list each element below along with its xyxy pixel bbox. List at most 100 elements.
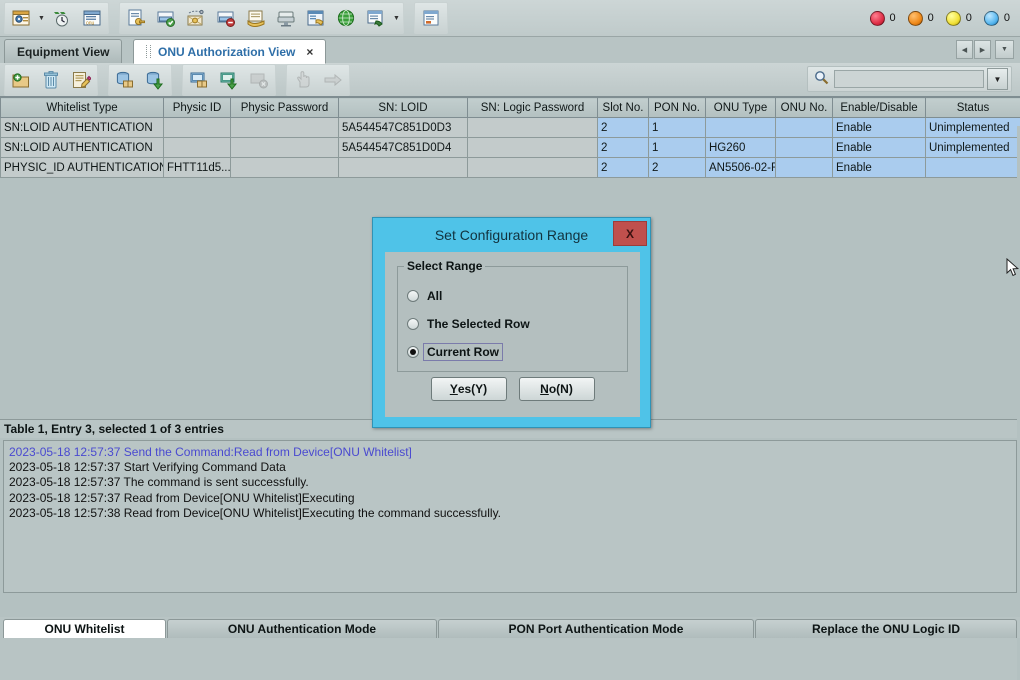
bottom-tab-onu-whitelist[interactable]: ONU Whitelist <box>3 619 166 638</box>
tab-scroll-right-button[interactable]: ▶ <box>974 40 991 59</box>
table-cell[interactable] <box>706 118 776 138</box>
table-cell[interactable]: 5A544547C851D0D4 <box>339 138 468 158</box>
radio-button-icon[interactable] <box>407 290 419 302</box>
table-cell[interactable] <box>164 118 231 138</box>
scheduled-task-icon[interactable] <box>48 4 76 32</box>
table-cell[interactable] <box>468 138 598 158</box>
alarm-warning[interactable]: 0 <box>984 11 1010 26</box>
toolbar-group-2: ▼ <box>119 2 404 34</box>
alarm-major[interactable]: 0 <box>908 11 934 26</box>
table-cell[interactable] <box>776 138 833 158</box>
column-header-physic-password[interactable]: Physic Password <box>231 98 339 118</box>
operation-log-panel[interactable]: 2023-05-18 12:57:37 Send the Command:Rea… <box>3 440 1017 593</box>
table-cell[interactable]: Enable <box>833 138 926 158</box>
table-cell[interactable]: Unimplemented <box>926 118 1020 138</box>
add-device-icon[interactable] <box>152 4 180 32</box>
column-header-status[interactable]: Status <box>926 98 1020 118</box>
table-cell[interactable]: 2 <box>598 118 649 138</box>
column-header-slot-no[interactable]: Slot No. <box>598 98 649 118</box>
table-cell[interactable]: Unimplemented <box>926 138 1020 158</box>
delete-record-icon[interactable] <box>37 66 65 94</box>
column-header-pon-no[interactable]: PON No. <box>649 98 706 118</box>
column-header-sn-loid[interactable]: SN: LOID <box>339 98 468 118</box>
table-cell[interactable]: Enable <box>833 118 926 138</box>
config-file-icon[interactable] <box>242 4 270 32</box>
close-icon[interactable]: × <box>306 45 313 59</box>
radio-option-current-row[interactable]: Current Row <box>407 345 499 359</box>
record-toolbar-group-1 <box>4 64 98 96</box>
tab-list-dropdown-button[interactable]: ▼ <box>995 40 1014 59</box>
report-dropdown-icon[interactable]: ▼ <box>391 5 402 31</box>
table-row[interactable]: SN:LOID AUTHENTICATION 5A544547C851D0D3 21… <box>1 118 1020 138</box>
log-line: 2023-05-18 12:57:37 The command is sent … <box>9 475 1016 490</box>
table-cell[interactable] <box>164 138 231 158</box>
radio-button-icon[interactable] <box>407 318 419 330</box>
server-icon[interactable] <box>272 4 300 32</box>
device-manager-icon[interactable] <box>7 4 35 32</box>
read-from-database-icon[interactable] <box>111 66 139 94</box>
column-header-enable-disable[interactable]: Enable/Disable <box>833 98 926 118</box>
table-cell[interactable] <box>339 158 468 178</box>
table-cell[interactable] <box>468 118 598 138</box>
table-cell[interactable]: AN5506-02-F <box>706 158 776 178</box>
column-header-onu-no[interactable]: ONU No. <box>776 98 833 118</box>
column-header-onu-type[interactable]: ONU Type <box>706 98 776 118</box>
table-cell[interactable] <box>926 158 1020 178</box>
radio-option-all[interactable]: All <box>407 289 442 303</box>
column-header-sn-logic-password[interactable]: SN: Logic Password <box>468 98 598 118</box>
alarm-minor[interactable]: 0 <box>946 11 972 26</box>
search-input[interactable] <box>834 70 984 88</box>
table-cell[interactable] <box>231 158 339 178</box>
globe-icon[interactable] <box>332 4 360 32</box>
table-cell[interactable]: SN:LOID AUTHENTICATION <box>1 118 164 138</box>
authorization-icon[interactable] <box>122 4 150 32</box>
no-button[interactable]: No(N) <box>519 377 595 401</box>
close-icon[interactable]: X <box>613 221 647 246</box>
remove-device-icon[interactable] <box>212 4 240 32</box>
column-header-physic-id[interactable]: Physic ID <box>164 98 231 118</box>
add-record-icon[interactable] <box>7 66 35 94</box>
radio-button-icon[interactable] <box>407 346 419 358</box>
column-header-whitelist-type[interactable]: Whitelist Type <box>1 98 164 118</box>
table-cell[interactable]: SN:LOID AUTHENTICATION <box>1 138 164 158</box>
table-cell[interactable]: 1 <box>649 138 706 158</box>
table-cell[interactable]: Enable <box>833 158 926 178</box>
radio-option-the-selected-row[interactable]: The Selected Row <box>407 317 530 331</box>
table-row[interactable]: PHYSIC_ID AUTHENTICATIONFHTT11d5...22AN5… <box>1 158 1020 178</box>
network-discovery-icon[interactable] <box>182 4 210 32</box>
tab-onu-authorization-view[interactable]: ONU Authorization View × <box>133 39 326 64</box>
table-cell[interactable]: 1 <box>649 118 706 138</box>
bottom-tab-pon-port-authentication-mode[interactable]: PON Port Authentication Mode <box>438 619 754 638</box>
table-row[interactable]: SN:LOID AUTHENTICATION 5A544547C851D0D4 21… <box>1 138 1020 158</box>
modify-record-icon[interactable] <box>67 66 95 94</box>
table-cell[interactable]: PHYSIC_ID AUTHENTICATION <box>1 158 164 178</box>
table-cell[interactable]: HG260 <box>706 138 776 158</box>
device-manager-dropdown-icon[interactable]: ▼ <box>36 5 47 31</box>
write-to-database-icon[interactable] <box>141 66 169 94</box>
write-to-device-icon[interactable] <box>215 66 243 94</box>
bottom-tab-onu-authentication-mode[interactable]: ONU Authentication Mode <box>167 619 437 638</box>
tab-equipment-view[interactable]: Equipment View <box>4 39 122 63</box>
database-icon[interactable] <box>302 4 330 32</box>
search-dropdown-button[interactable]: ▼ <box>987 68 1008 90</box>
yes-button[interactable]: Yes(Y) <box>431 377 507 401</box>
read-from-device-icon[interactable] <box>185 66 213 94</box>
table-cell[interactable] <box>776 118 833 138</box>
performance-icon[interactable] <box>417 4 445 32</box>
table-cell[interactable] <box>776 158 833 178</box>
radio-option-label: The Selected Row <box>427 317 530 331</box>
table-cell[interactable] <box>468 158 598 178</box>
table-cell[interactable]: 2 <box>598 138 649 158</box>
table-cell[interactable]: FHTT11d5... <box>164 158 231 178</box>
table-cell[interactable] <box>231 118 339 138</box>
bottom-tab-replace-the-onu-logic-id[interactable]: Replace the ONU Logic ID <box>755 619 1017 638</box>
report-icon[interactable] <box>362 4 390 32</box>
onu-list-icon[interactable]: onu <box>78 4 106 32</box>
table-cell[interactable] <box>231 138 339 158</box>
tab-scroll-left-button[interactable]: ◀ <box>956 40 973 59</box>
table-cell[interactable]: 5A544547C851D0D3 <box>339 118 468 138</box>
alarm-critical[interactable]: 0 <box>870 11 896 26</box>
dialog-title-bar[interactable]: Set Configuration Range X <box>377 222 646 248</box>
table-cell[interactable]: 2 <box>649 158 706 178</box>
table-cell[interactable]: 2 <box>598 158 649 178</box>
